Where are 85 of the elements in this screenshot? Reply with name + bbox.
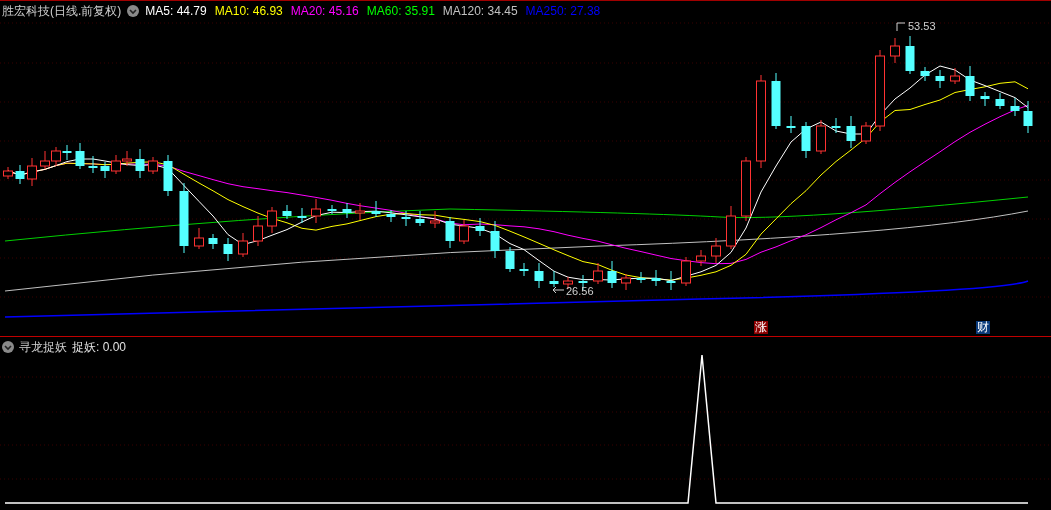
moving-average-value: MA250: 27.38 <box>525 3 601 19</box>
candlestick <box>297 207 307 224</box>
candlestick <box>3 166 13 180</box>
candlestick <box>208 233 218 250</box>
candlestick <box>1023 100 1033 134</box>
candlestick <box>726 205 736 250</box>
candlestick <box>995 92 1005 110</box>
candlestick <box>711 237 721 264</box>
indicator-reading: 捉妖: 0.00 <box>72 339 127 355</box>
candlestick <box>282 204 292 220</box>
candlestick <box>534 262 544 289</box>
candlestick <box>621 273 631 291</box>
candlestick <box>27 157 37 187</box>
candlestick <box>355 202 365 221</box>
candlestick <box>135 148 145 179</box>
candlestick <box>51 146 61 167</box>
candlestick <box>475 217 485 237</box>
indicator-name: 寻龙捉妖 <box>19 339 67 355</box>
candlestick <box>846 115 856 149</box>
candlestick <box>62 144 72 161</box>
candlestick <box>445 216 455 249</box>
dropdown-icon[interactable] <box>127 5 140 17</box>
candlestick <box>741 156 751 222</box>
candlestick <box>505 246 515 273</box>
candlestick <box>696 249 706 267</box>
arrow-icon <box>552 286 564 294</box>
candlestick <box>490 220 500 259</box>
candlestick <box>636 271 646 284</box>
candlestick <box>816 119 826 155</box>
candlestick <box>651 269 661 287</box>
candlestick <box>430 210 440 229</box>
leader-line <box>896 22 906 32</box>
moving-average-value: MA20: 45.16 <box>290 3 359 19</box>
candlestick <box>267 206 277 234</box>
moving-average-value: MA10: 46.93 <box>214 3 283 19</box>
candlestick <box>311 198 321 224</box>
candlestick <box>75 142 85 170</box>
candlestick <box>342 202 352 219</box>
candlestick <box>179 182 189 254</box>
candlestick <box>861 121 871 145</box>
candlestick <box>771 72 781 130</box>
event-marker[interactable]: 财 <box>976 321 990 334</box>
candlestick <box>950 67 960 85</box>
candlestick <box>935 69 945 89</box>
candlestick <box>459 219 469 245</box>
moving-average-value: MA60: 35.91 <box>366 3 435 19</box>
stock-title: 胜宏科技(日线.前复权) <box>2 3 122 19</box>
candlestick <box>965 65 975 102</box>
moving-average-value: MA120: 34.45 <box>442 3 518 19</box>
candlestick <box>386 209 396 223</box>
candlestick <box>88 155 98 174</box>
candlestick <box>549 270 559 288</box>
candlestick <box>890 37 900 64</box>
candlestick <box>607 260 617 289</box>
candlestick <box>401 210 411 227</box>
candlestick <box>40 150 50 170</box>
dropdown-icon[interactable] <box>2 341 14 353</box>
candlestick <box>905 35 915 75</box>
high-price-label: 53.53 <box>908 19 936 33</box>
candlestick <box>415 210 425 227</box>
low-price-label: 26.56 <box>566 284 594 298</box>
candlestick <box>223 237 233 262</box>
candlestick <box>371 200 381 218</box>
candlestick <box>519 262 529 277</box>
candlestick <box>1010 97 1020 117</box>
candlestick <box>148 156 158 175</box>
candlestick <box>253 215 263 247</box>
candlestick <box>831 117 841 134</box>
candlestick <box>666 270 676 291</box>
event-marker[interactable]: 涨 <box>754 321 768 334</box>
candlestick <box>238 232 248 258</box>
moving-average-value: MA5: 44.79 <box>145 3 207 19</box>
candlestick <box>920 66 930 82</box>
candlestick <box>163 154 173 197</box>
candlestick <box>15 164 25 185</box>
candlestick <box>327 204 337 215</box>
candlestick <box>100 161 110 179</box>
candlestick <box>122 150 132 167</box>
candlestick <box>786 115 796 134</box>
candlestick <box>593 262 603 285</box>
candlestick <box>980 91 990 107</box>
candlestick <box>194 227 204 250</box>
candlestick <box>111 154 121 175</box>
candlestick <box>801 121 811 159</box>
candlestick <box>681 256 691 287</box>
